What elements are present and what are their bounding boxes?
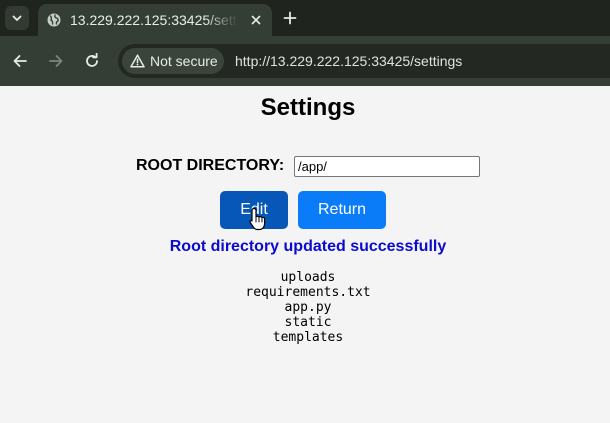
- security-label: Not secure: [150, 53, 218, 69]
- hand-pointer-cursor-icon: [249, 207, 266, 231]
- file-list: uploads requirements.txt app.py static t…: [0, 270, 610, 345]
- settings-page: Settings ROOT DIRECTORY: Edit Return Roo…: [0, 86, 610, 423]
- arrow-left-icon: [13, 55, 27, 67]
- arrow-right-icon: [49, 55, 63, 67]
- list-item: uploads: [280, 270, 336, 285]
- page-title: Settings: [260, 94, 356, 121]
- close-icon: [251, 15, 261, 25]
- tab-search-button[interactable]: [5, 6, 29, 30]
- browser-tab-strip: 13.229.222.125:33425/settings: [0, 0, 610, 36]
- url-text[interactable]: http://13.229.222.125:33425/settings: [235, 53, 462, 69]
- list-item: static: [284, 315, 332, 330]
- warning-triangle-icon: [129, 53, 145, 69]
- reload-icon: [86, 53, 98, 67]
- root-directory-label: ROOT DIRECTORY:: [136, 157, 285, 174]
- reload-button[interactable]: [82, 51, 102, 71]
- security-indicator[interactable]: Not secure: [122, 48, 224, 74]
- tab-close-button[interactable]: [248, 12, 264, 28]
- return-button[interactable]: Return: [298, 191, 386, 229]
- status-message: Root directory updated successfully: [169, 238, 447, 255]
- root-directory-input[interactable]: [294, 156, 480, 177]
- new-tab-button[interactable]: [281, 9, 299, 27]
- browser-tab-active[interactable]: 13.229.222.125:33425/settings: [38, 4, 272, 36]
- globe-icon: [46, 12, 62, 28]
- browser-toolbar: Not secure http://13.229.222.125:33425/s…: [0, 36, 610, 86]
- list-item: app.py: [284, 300, 332, 315]
- list-item: requirements.txt: [245, 285, 371, 300]
- forward-button[interactable]: [46, 51, 66, 71]
- back-button[interactable]: [10, 51, 30, 71]
- plus-icon: [283, 11, 297, 25]
- list-item: templates: [272, 330, 344, 345]
- chevron-down-icon: [12, 15, 22, 21]
- address-bar[interactable]: Not secure http://13.229.222.125:33425/s…: [118, 44, 610, 78]
- tab-title: 13.229.222.125:33425/settings: [70, 12, 238, 28]
